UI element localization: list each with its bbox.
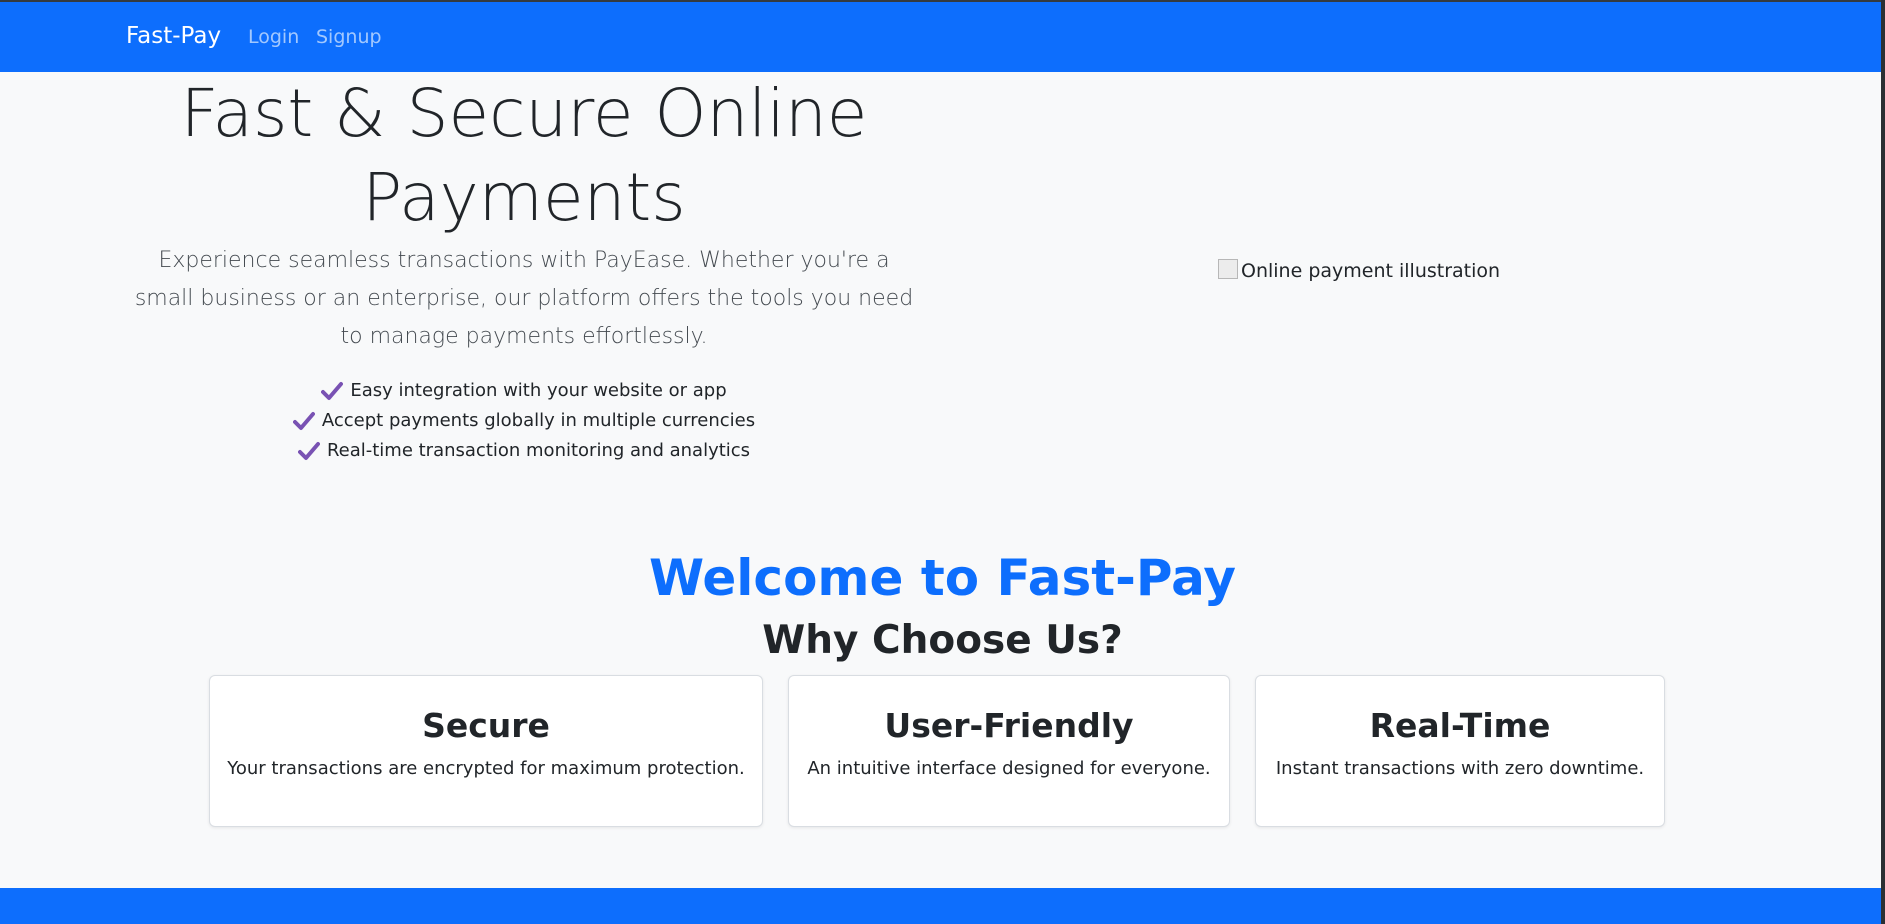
brand-link[interactable]: Fast-Pay [126,23,221,49]
feature-item: Accept payments globally in multiple cur… [120,406,928,436]
footer [0,888,1885,924]
check-icon [297,442,320,460]
feature-card-user-friendly: User-Friendly An intuitive interface des… [788,675,1230,827]
check-icon [292,412,315,430]
nav-link-login[interactable]: Login [248,26,299,48]
card-title: User-Friendly [884,706,1134,745]
hero-illustration: Online payment illustration [1218,259,1501,282]
feature-item: Real-time transaction monitoring and ana… [120,436,928,466]
card-text: Instant transactions with zero downtime. [1275,758,1645,779]
welcome-heading: Welcome to Fast-Pay [649,549,1236,607]
card-title: Real-Time [1369,706,1551,745]
navbar: Fast-Pay Login Signup [0,2,1885,72]
nav-link-signup[interactable]: Signup [316,26,382,48]
why-choose-heading: Why Choose Us? [762,618,1123,663]
hero-title: Fast & Secure Online Payments [180,75,868,236]
broken-image-icon [1218,259,1238,279]
scrollbar[interactable] [1881,0,1885,924]
check-icon [321,382,344,400]
hero-section: Fast & Secure Online Payments Experience… [120,72,928,466]
card-title: Secure [422,706,550,745]
feature-card-real-time: Real-Time Instant transactions with zero… [1255,675,1665,827]
feature-text: Real-time transaction monitoring and ana… [326,440,751,461]
card-text: Your transactions are encrypted for maxi… [227,758,745,779]
feature-list: Easy integration with your website or ap… [120,376,928,466]
feature-text: Accept payments globally in multiple cur… [321,410,756,431]
feature-text: Easy integration with your website or ap… [350,380,727,401]
card-text: An intuitive interface designed for ever… [807,758,1211,779]
image-alt-text: Online payment illustration [1241,260,1501,282]
feature-item: Easy integration with your website or ap… [120,376,928,406]
feature-card-secure: Secure Your transactions are encrypted f… [209,675,763,827]
hero-lead: Experience seamless transactions with Pa… [134,248,914,349]
